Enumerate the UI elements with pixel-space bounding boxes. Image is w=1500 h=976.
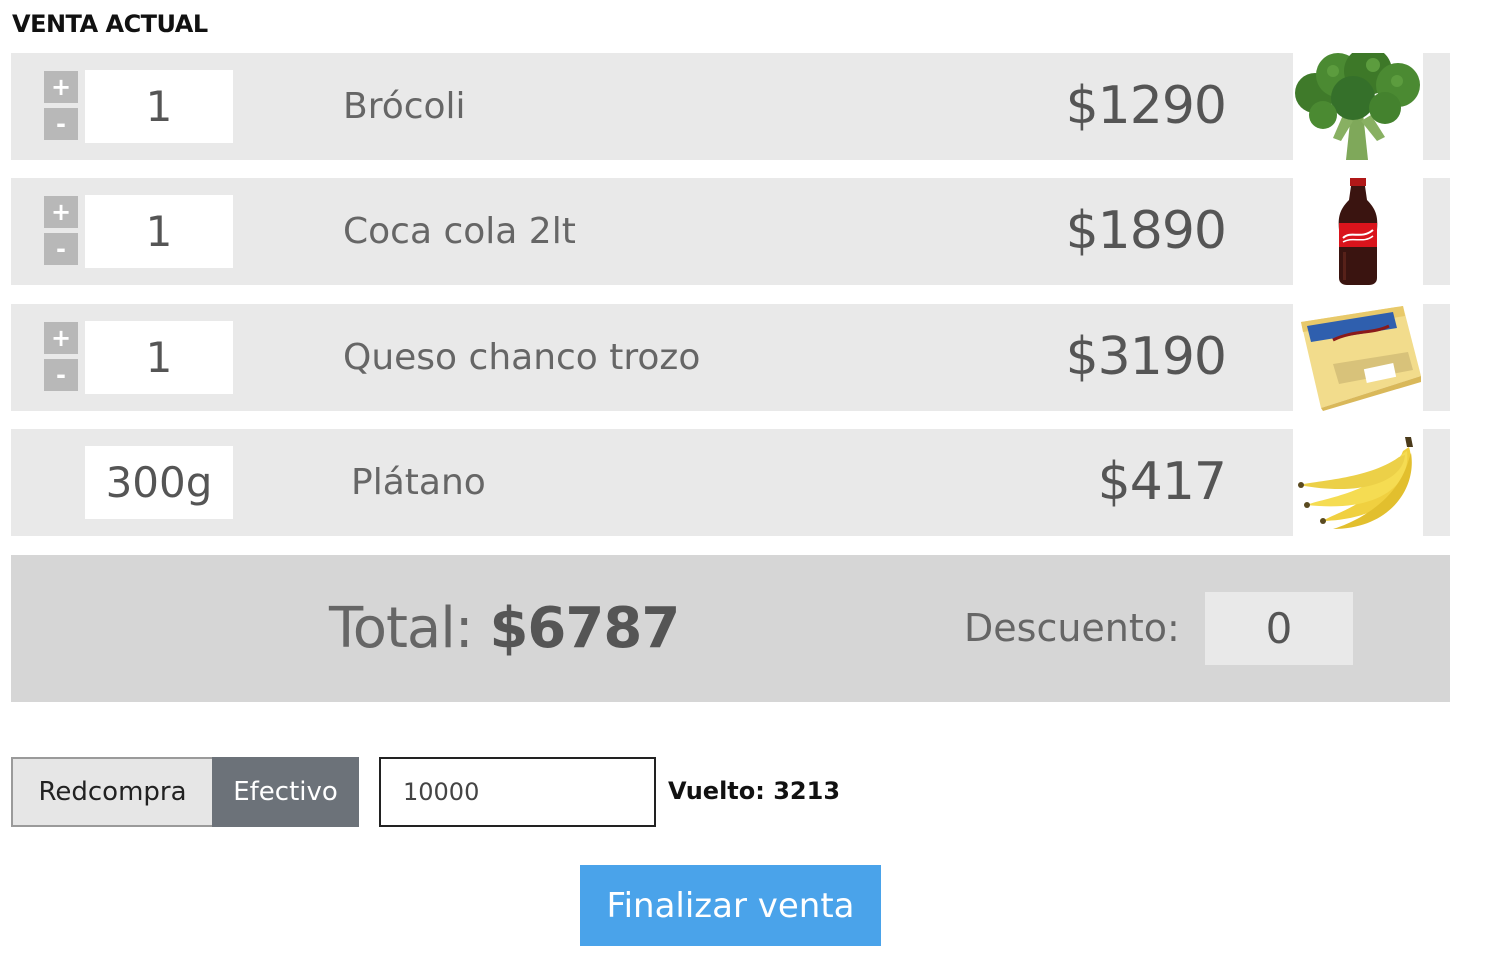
weight-field[interactable]	[85, 446, 233, 519]
cart-item-row: Plátano $417	[11, 429, 1450, 536]
product-name: Queso chanco trozo	[343, 337, 701, 378]
product-price: $1290	[1065, 76, 1227, 136]
increase-button[interactable]: +	[44, 196, 78, 228]
total-value: $6787	[489, 596, 680, 661]
decrease-button[interactable]: -	[44, 359, 78, 391]
quantity-field[interactable]	[85, 70, 233, 143]
payment-method-group: Redcompra Efectivo	[11, 757, 359, 827]
quantity-stepper: + -	[44, 71, 78, 145]
banana-image	[1293, 429, 1423, 536]
cash-amount-field[interactable]	[379, 757, 656, 827]
quantity-field[interactable]	[85, 195, 233, 268]
quantity-stepper: + -	[44, 322, 78, 396]
product-price: $417	[1097, 452, 1227, 512]
chanco-cheese-image	[1293, 304, 1423, 411]
cart-item-row: + - Coca cola 2lt $1890	[11, 178, 1450, 285]
broccoli-image	[1293, 53, 1423, 160]
product-price: $3190	[1065, 327, 1227, 387]
redcompra-button[interactable]: Redcompra	[11, 757, 212, 827]
product-name: Coca cola 2lt	[343, 211, 576, 252]
increase-button[interactable]: +	[44, 322, 78, 354]
quantity-field[interactable]	[85, 321, 233, 394]
discount-label: Descuento:	[964, 606, 1180, 650]
decrease-button[interactable]: -	[44, 233, 78, 265]
quantity-stepper: + -	[44, 196, 78, 270]
coca-cola-bottle-image	[1293, 178, 1423, 285]
total-label: Total:	[329, 596, 474, 661]
total-display: Total: $6787	[329, 555, 680, 702]
product-name: Plátano	[351, 462, 486, 503]
discount-field[interactable]	[1205, 592, 1353, 665]
finish-sale-button[interactable]: Finalizar venta	[580, 865, 881, 946]
totals-bar: Total: $6787 Descuento:	[11, 555, 1450, 702]
change-text: Vuelto: 3213	[668, 777, 841, 805]
page-title: VENTA ACTUAL	[12, 10, 208, 38]
efectivo-button[interactable]: Efectivo	[212, 757, 359, 827]
cart-item-row: + - Brócoli $1290	[11, 53, 1450, 160]
decrease-button[interactable]: -	[44, 108, 78, 140]
cart-item-row: + - Queso chanco trozo $3190	[11, 304, 1450, 411]
product-price: $1890	[1065, 201, 1227, 261]
product-name: Brócoli	[343, 86, 466, 127]
increase-button[interactable]: +	[44, 71, 78, 103]
